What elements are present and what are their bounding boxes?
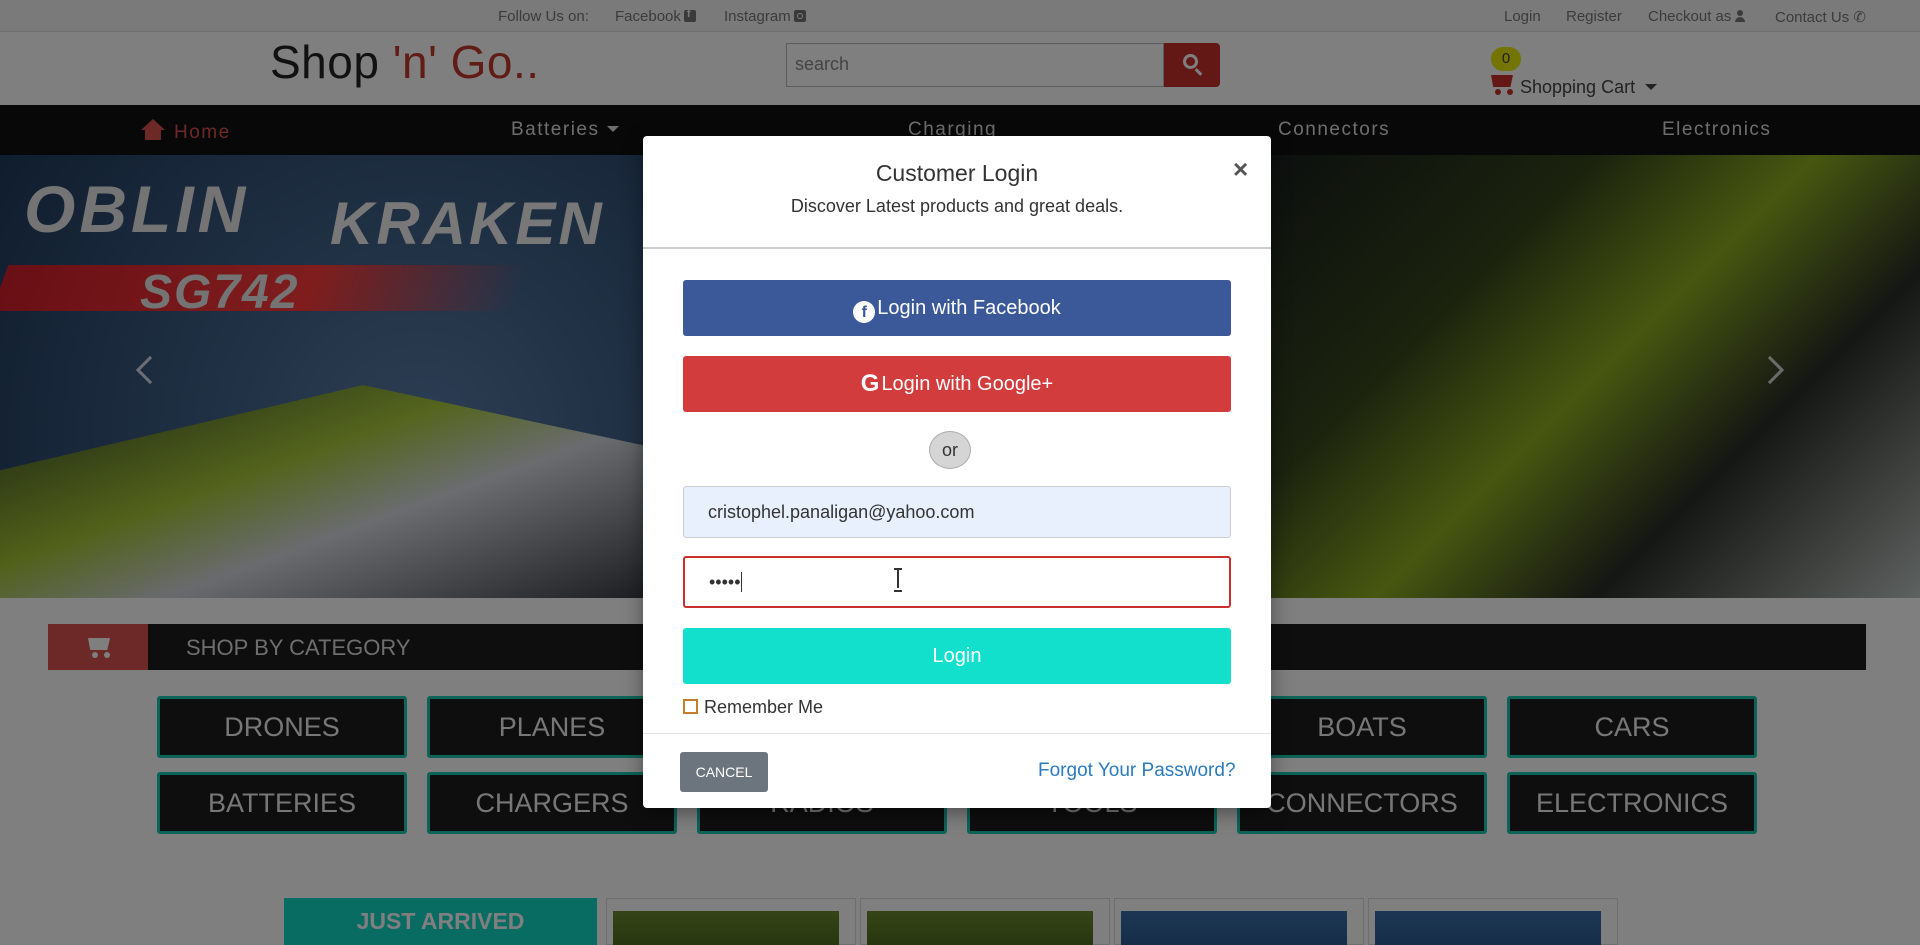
login-with-facebook-button[interactable]: f Login with Facebook [683, 280, 1231, 336]
close-icon[interactable]: × [1233, 154, 1248, 185]
or-separator: or [929, 431, 971, 469]
customer-login-modal: Customer Login Discover Latest products … [643, 136, 1271, 808]
google-icon: G [860, 370, 880, 397]
facebook-icon: f [853, 301, 876, 323]
password-value: ••••• [709, 572, 741, 592]
remember-me-checkbox[interactable] [683, 699, 698, 714]
remember-me[interactable]: Remember Me [683, 697, 823, 718]
password-field[interactable]: ••••• [683, 556, 1231, 608]
modal-footer-divider [643, 733, 1271, 734]
forgot-password-link[interactable]: Forgot Your Password? [1038, 760, 1236, 782]
login-with-google-button[interactable]: G Login with Google+ [683, 356, 1231, 412]
text-caret [740, 572, 742, 592]
modal-title: Customer Login [875, 160, 1039, 186]
google-button-label: Login with Google+ [881, 373, 1054, 395]
facebook-button-label: Login with Facebook [877, 297, 1061, 319]
remember-me-label: Remember Me [704, 697, 824, 717]
email-field[interactable]: cristophel.panaligan@yahoo.com [683, 486, 1231, 538]
cancel-button[interactable]: CANCEL [680, 752, 768, 792]
login-button[interactable]: Login [683, 628, 1231, 684]
modal-divider [643, 247, 1271, 249]
modal-subtitle: Discover Latest products and great deals… [790, 196, 1124, 216]
ibeam-cursor-icon [894, 568, 902, 592]
